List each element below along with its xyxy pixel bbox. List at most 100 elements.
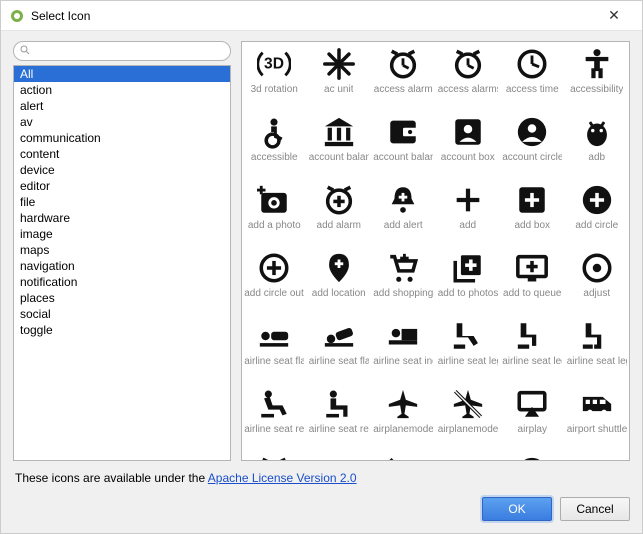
add-icon xyxy=(450,182,486,218)
icon-add-shopping-cart[interactable]: add shopping cart xyxy=(371,246,436,314)
category-item-maps[interactable]: maps xyxy=(14,242,230,258)
icon-album[interactable]: album xyxy=(500,450,565,461)
icon-airline-seat-legroom-normal[interactable]: airline seat legroom normal xyxy=(500,314,565,382)
category-item-action[interactable]: action xyxy=(14,82,230,98)
icon-alarm[interactable]: alarm xyxy=(242,450,307,461)
icon-airplanemode-active[interactable]: airplanemode active xyxy=(371,382,436,450)
icon-account-box[interactable]: account box xyxy=(436,110,501,178)
airline-seat-legroom-reduced-icon xyxy=(579,318,615,354)
icon-add-to-photos[interactable]: add to photos xyxy=(436,246,501,314)
category-item-toggle[interactable]: toggle xyxy=(14,322,230,338)
category-item-all[interactable]: All xyxy=(14,66,230,82)
icon-label: account balance xyxy=(309,152,369,163)
icon-adjust[interactable]: adjust xyxy=(565,246,630,314)
icon-label: account balance wallet xyxy=(373,152,433,163)
category-item-image[interactable]: image xyxy=(14,226,230,242)
airline-seat-recline-normal-icon xyxy=(321,386,357,422)
icon-all-inclusive[interactable]: all inclusive xyxy=(565,450,630,461)
icon-airline-seat-individual-suite[interactable]: airline seat individual suite xyxy=(371,314,436,382)
add-box-icon xyxy=(514,182,550,218)
airplanemode-active-icon xyxy=(385,386,421,422)
icon-accessibility[interactable]: accessibility xyxy=(565,42,630,110)
close-button[interactable]: ✕ xyxy=(594,7,634,24)
icon-airline-seat-flat[interactable]: airline seat flat xyxy=(242,314,307,382)
icon-airplanemode-inactive[interactable]: airplanemode inactive xyxy=(436,382,501,450)
icon-add-circle[interactable]: add circle xyxy=(565,178,630,246)
add-to-queue-icon xyxy=(514,250,550,286)
icon-label: add circle xyxy=(575,220,618,231)
category-item-places[interactable]: places xyxy=(14,290,230,306)
icon-add-alarm[interactable]: add alarm xyxy=(307,178,372,246)
icon-airline-seat-recline-normal[interactable]: airline seat recline normal xyxy=(307,382,372,450)
category-list[interactable]: Allactionalertavcommunicationcontentdevi… xyxy=(13,65,231,461)
alarm-off-icon xyxy=(385,454,421,461)
icon-label: accessible xyxy=(251,152,298,163)
ok-button[interactable]: OK xyxy=(482,497,552,521)
icon-label: access alarms xyxy=(438,84,498,95)
icon-account-balance-wallet[interactable]: account balance wallet xyxy=(371,110,436,178)
category-item-alert[interactable]: alert xyxy=(14,98,230,114)
icon-add-circle-outline[interactable]: add circle outline xyxy=(242,246,307,314)
cancel-button[interactable]: Cancel xyxy=(560,497,630,521)
adb-icon xyxy=(579,114,615,150)
icon-label: adb xyxy=(588,152,605,163)
icon-airplay[interactable]: airplay xyxy=(500,382,565,450)
icon-label: add box xyxy=(514,220,550,231)
svg-text:3D: 3D xyxy=(264,55,284,72)
icon-add-location[interactable]: add location xyxy=(307,246,372,314)
category-item-notification[interactable]: notification xyxy=(14,274,230,290)
icon-add-box[interactable]: add box xyxy=(500,178,565,246)
category-item-editor[interactable]: editor xyxy=(14,178,230,194)
search-field-wrap xyxy=(13,41,231,61)
category-item-file[interactable]: file xyxy=(14,194,230,210)
icon-access-time[interactable]: access time xyxy=(500,42,565,110)
all-inclusive-icon xyxy=(579,454,615,461)
icon-accessible[interactable]: accessible xyxy=(242,110,307,178)
icon-add-a-photo[interactable]: add a photo xyxy=(242,178,307,246)
accessibility-icon xyxy=(579,46,615,82)
icon-airline-seat-recline-extra[interactable]: airline seat recline extra xyxy=(242,382,307,450)
alarm-on-icon xyxy=(450,454,486,461)
icon-access-alarm[interactable]: access alarm xyxy=(371,42,436,110)
icon-airport-shuttle[interactable]: airport shuttle xyxy=(565,382,630,450)
add-circle-outline-icon xyxy=(256,250,292,286)
account-balance-icon xyxy=(321,114,357,150)
icon-add-to-queue[interactable]: add to queue xyxy=(500,246,565,314)
icon-airline-seat-flat-angled[interactable]: airline seat flat angled xyxy=(307,314,372,382)
icon-label: airline seat individual suite xyxy=(373,356,433,367)
add-alarm-icon xyxy=(321,182,357,218)
category-item-navigation[interactable]: navigation xyxy=(14,258,230,274)
license-link[interactable]: Apache License Version 2.0 xyxy=(208,471,357,485)
icon-add-alert[interactable]: add alert xyxy=(371,178,436,246)
search-input[interactable] xyxy=(13,41,231,61)
icon-label: airline seat legroom reduced xyxy=(567,356,627,367)
icon-account-circle[interactable]: account circle xyxy=(500,110,565,178)
category-item-communication[interactable]: communication xyxy=(14,130,230,146)
icon-label: add to photos xyxy=(438,288,498,299)
icon-access-alarms[interactable]: access alarms xyxy=(436,42,501,110)
icon-airline-seat-legroom-reduced[interactable]: airline seat legroom reduced xyxy=(565,314,630,382)
category-item-hardware[interactable]: hardware xyxy=(14,210,230,226)
icon-alarm-on[interactable]: alarm on xyxy=(436,450,501,461)
access-alarm-icon xyxy=(385,46,421,82)
icon-label: add alarm xyxy=(317,220,361,231)
icon-alarm-add[interactable]: alarm add xyxy=(307,450,372,461)
category-item-social[interactable]: social xyxy=(14,306,230,322)
category-item-device[interactable]: device xyxy=(14,162,230,178)
category-item-av[interactable]: av xyxy=(14,114,230,130)
icon-3d-rotation[interactable]: 3D3d rotation xyxy=(242,42,307,110)
icon-adb[interactable]: adb xyxy=(565,110,630,178)
icon-label: accessibility xyxy=(570,84,623,95)
icon-ac-unit[interactable]: ac unit xyxy=(307,42,372,110)
icon-grid-panel[interactable]: 3D3d rotationac unitaccess alarmaccess a… xyxy=(241,41,630,461)
icon-label: add alert xyxy=(384,220,423,231)
airline-seat-flat-icon xyxy=(256,318,292,354)
icon-label: airport shuttle xyxy=(567,424,627,435)
icon-account-balance[interactable]: account balance xyxy=(307,110,372,178)
category-item-content[interactable]: content xyxy=(14,146,230,162)
icon-airline-seat-legroom-extra[interactable]: airline seat legroom extra xyxy=(436,314,501,382)
icon-alarm-off[interactable]: alarm off xyxy=(371,450,436,461)
add-a-photo-icon xyxy=(256,182,292,218)
icon-add[interactable]: add xyxy=(436,178,501,246)
icon-label: add location xyxy=(312,288,366,299)
